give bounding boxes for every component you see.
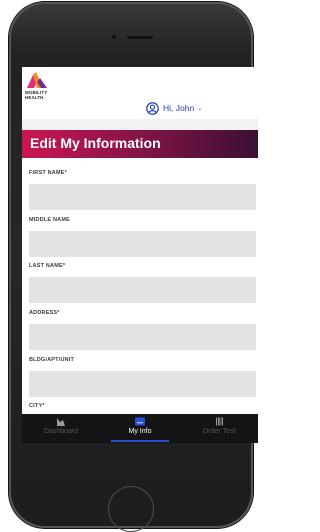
page-title: Edit My Information: [30, 135, 161, 151]
address-label: ADDRESS*: [29, 310, 60, 316]
user-avatar-icon: [146, 101, 159, 115]
middle-name-label: MIDDLE NAME: [29, 217, 71, 223]
chevron-down-icon: ⌄: [197, 105, 203, 112]
front-camera: [112, 35, 116, 39]
home-button[interactable]: [108, 486, 154, 532]
tab-dashboard[interactable]: Dashboard: [22, 414, 100, 443]
mobility-health-logo[interactable]: MOBILITY HEALTH: [25, 72, 51, 106]
middle-name-field[interactable]: [29, 231, 256, 257]
barcode-icon: [216, 417, 223, 426]
tab-order-test[interactable]: Order Test: [180, 414, 258, 443]
app-header: MOBILITY HEALTH Hi, John ⌄: [22, 67, 258, 119]
earpiece-speaker: [127, 36, 153, 39]
id-card-icon: [135, 417, 145, 426]
user-greeting: Hi, John: [163, 103, 195, 113]
tab-order-test-label: Order Test: [202, 428, 236, 435]
first-name-label: FIRST NAME*: [29, 170, 67, 176]
chart-icon: [57, 418, 65, 426]
user-menu[interactable]: Hi, John ⌄: [146, 100, 202, 116]
phone-frame: MOBILITY HEALTH Hi, John ⌄ Edit My Infor…: [9, 2, 258, 528]
logo-text: MOBILITY HEALTH: [25, 90, 47, 100]
city-label: CITY*: [29, 403, 45, 409]
bldg-apt-unit-field[interactable]: [29, 371, 256, 397]
logo-line-2: HEALTH: [25, 95, 44, 100]
first-name-field[interactable]: [29, 184, 256, 210]
last-name-field[interactable]: [29, 277, 256, 303]
tab-dashboard-label: Dashboard: [43, 428, 79, 435]
active-tab-indicator: [111, 440, 169, 442]
last-name-label: LAST NAME*: [29, 263, 66, 269]
logo-mark-icon: [27, 72, 47, 88]
tab-my-info-label: My Info: [128, 428, 152, 435]
address-field[interactable]: [29, 324, 256, 350]
bldg-apt-unit-label: BLDG/APT/UNIT: [29, 357, 75, 363]
page-title-banner: Edit My Information: [22, 130, 258, 158]
tab-my-info[interactable]: My Info: [101, 414, 179, 443]
app-screen: MOBILITY HEALTH Hi, John ⌄ Edit My Infor…: [22, 67, 258, 443]
edit-info-form: FIRST NAME* MIDDLE NAME LAST NAME* ADDRE…: [22, 158, 258, 443]
bottom-tab-bar: Dashboard My Info Order Test: [22, 414, 258, 443]
